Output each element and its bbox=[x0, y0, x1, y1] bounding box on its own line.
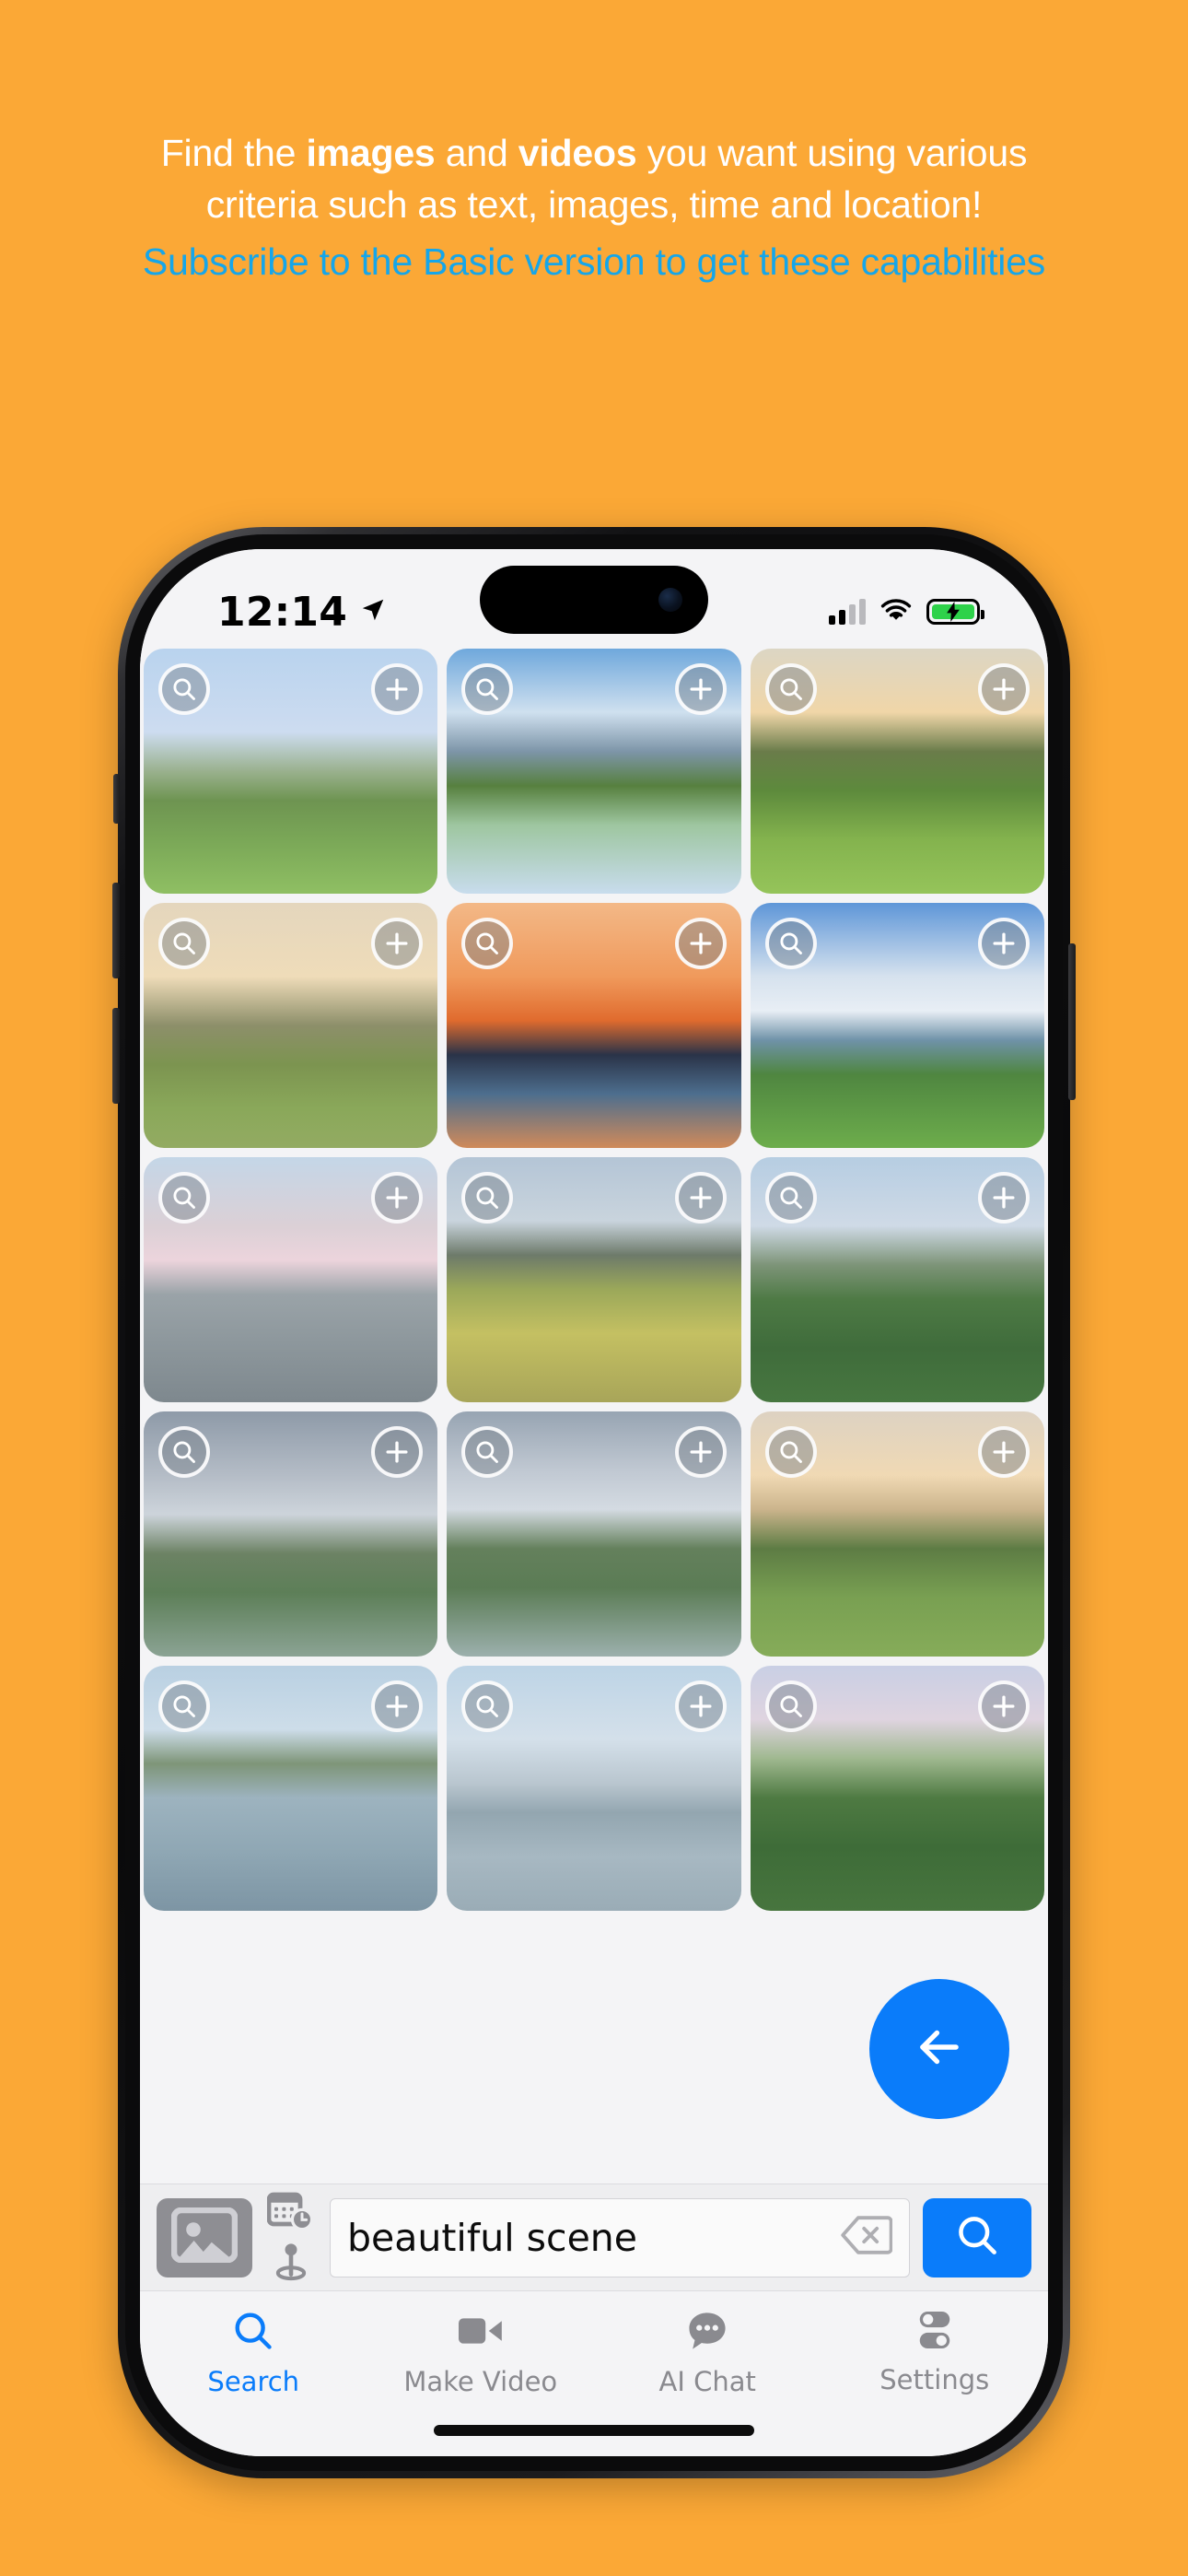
arrow-left-icon bbox=[911, 2019, 968, 2080]
photo-zoom-button[interactable] bbox=[764, 1426, 817, 1478]
image-placeholder-icon bbox=[170, 2207, 239, 2267]
tab-search[interactable]: Search bbox=[140, 2291, 367, 2456]
photo-add-button[interactable] bbox=[371, 663, 424, 715]
photo-grid-cell[interactable] bbox=[750, 1666, 1044, 1911]
photo-add-button[interactable] bbox=[978, 1680, 1030, 1732]
photo-add-button[interactable] bbox=[674, 1172, 727, 1224]
photo-grid-cell[interactable] bbox=[447, 1411, 741, 1657]
photo-zoom-button[interactable] bbox=[158, 663, 210, 715]
photo-zoom-button[interactable] bbox=[461, 1680, 514, 1732]
photo-add-button[interactable] bbox=[371, 1426, 424, 1478]
photo-grid-cell[interactable] bbox=[750, 903, 1044, 1148]
photo-zoom-button[interactable] bbox=[158, 918, 210, 969]
magnifier-icon bbox=[230, 2308, 276, 2359]
promo-header: Find the images and videos you want usin… bbox=[0, 0, 1188, 287]
power-button[interactable] bbox=[1068, 943, 1076, 1100]
promo-subscribe-text: Subscribe to the Basic version to get th… bbox=[142, 240, 1046, 283]
search-bar: beautiful scene bbox=[140, 2184, 1048, 2290]
photo-add-button[interactable] bbox=[674, 1680, 727, 1732]
photo-grid-cell[interactable] bbox=[447, 649, 741, 894]
status-time: 12:14 bbox=[217, 588, 348, 636]
photo-add-button[interactable] bbox=[371, 918, 424, 969]
photo-add-button[interactable] bbox=[978, 918, 1030, 969]
phone-screen: 12:14 beautiful scene Search Make Video … bbox=[140, 549, 1048, 2456]
wifi-icon bbox=[879, 597, 913, 627]
photo-grid-cell[interactable] bbox=[144, 1666, 438, 1911]
photo-grid-cell[interactable] bbox=[447, 903, 741, 1148]
home-indicator[interactable] bbox=[434, 2425, 754, 2436]
search-submit-button[interactable] bbox=[923, 2197, 1031, 2277]
calendar-clock-icon[interactable] bbox=[266, 2190, 315, 2237]
silent-switch[interactable] bbox=[113, 774, 120, 824]
volume-down-button[interactable] bbox=[112, 1008, 120, 1104]
photo-add-button[interactable] bbox=[978, 663, 1030, 715]
photo-grid-cell[interactable] bbox=[447, 1157, 741, 1402]
map-pin-icon[interactable] bbox=[270, 2242, 312, 2286]
photo-add-button[interactable] bbox=[674, 663, 727, 715]
floating-back-button[interactable] bbox=[869, 1979, 1009, 2119]
cellular-signal-icon bbox=[829, 599, 866, 625]
battery-charging-icon bbox=[926, 599, 984, 625]
photo-grid bbox=[140, 649, 1048, 1911]
status-bar-right bbox=[829, 597, 984, 627]
tab-label-ai-chat: AI Chat bbox=[658, 2366, 756, 2397]
tab-label-search: Search bbox=[207, 2366, 300, 2397]
photo-zoom-button[interactable] bbox=[158, 1426, 210, 1478]
sliders-toggle-icon bbox=[912, 2308, 958, 2357]
photo-results-scroll[interactable] bbox=[140, 649, 1048, 2184]
tab-label-settings: Settings bbox=[879, 2364, 990, 2395]
photo-grid-cell[interactable] bbox=[750, 1157, 1044, 1402]
photo-zoom-button[interactable] bbox=[461, 663, 514, 715]
search-filters bbox=[265, 2190, 317, 2286]
dynamic-island bbox=[480, 566, 708, 634]
magnifier-icon bbox=[953, 2211, 1001, 2264]
location-arrow-icon bbox=[359, 596, 387, 628]
photo-zoom-button[interactable] bbox=[158, 1680, 210, 1732]
search-query-value: beautiful scene bbox=[347, 2215, 638, 2260]
photo-grid-cell[interactable] bbox=[447, 1666, 741, 1911]
status-bar-left: 12:14 bbox=[217, 589, 387, 636]
photo-add-button[interactable] bbox=[674, 1426, 727, 1478]
photo-grid-cell[interactable] bbox=[144, 1157, 438, 1402]
search-text-field[interactable]: beautiful scene bbox=[330, 2197, 910, 2277]
promo-headline: Find the images and videos you want usin… bbox=[111, 127, 1077, 230]
photo-zoom-button[interactable] bbox=[461, 1426, 514, 1478]
promo-headline-prefix: Find the bbox=[160, 132, 307, 174]
photo-grid-cell[interactable] bbox=[144, 903, 438, 1148]
photo-zoom-button[interactable] bbox=[461, 1172, 514, 1224]
photo-add-button[interactable] bbox=[371, 1172, 424, 1224]
photo-zoom-button[interactable] bbox=[764, 1172, 817, 1224]
tab-label-make-video: Make Video bbox=[403, 2366, 558, 2397]
promo-headline-bold-videos: videos bbox=[518, 132, 637, 174]
photo-zoom-button[interactable] bbox=[158, 1172, 210, 1224]
photo-zoom-button[interactable] bbox=[764, 918, 817, 969]
photo-add-button[interactable] bbox=[674, 918, 727, 969]
photo-grid-cell[interactable] bbox=[750, 1411, 1044, 1657]
phone-mockup: 12:14 beautiful scene Search Make Video … bbox=[112, 527, 1076, 2478]
photo-grid-cell[interactable] bbox=[144, 649, 438, 894]
front-camera bbox=[658, 588, 682, 612]
backspace-delete-icon[interactable] bbox=[841, 2215, 893, 2260]
photo-grid-cell[interactable] bbox=[144, 1411, 438, 1657]
photo-zoom-button[interactable] bbox=[764, 663, 817, 715]
chat-bubble-icon bbox=[684, 2308, 730, 2359]
volume-up-button[interactable] bbox=[112, 883, 120, 978]
photo-add-button[interactable] bbox=[978, 1426, 1030, 1478]
photo-zoom-button[interactable] bbox=[764, 1680, 817, 1732]
video-camera-icon bbox=[457, 2308, 505, 2359]
photo-add-button[interactable] bbox=[978, 1172, 1030, 1224]
image-picker-button[interactable] bbox=[157, 2197, 252, 2277]
promo-headline-mid: and bbox=[435, 132, 518, 174]
tab-settings[interactable]: Settings bbox=[821, 2291, 1049, 2456]
promo-headline-bold-images: images bbox=[306, 132, 436, 174]
photo-grid-cell[interactable] bbox=[750, 649, 1044, 894]
photo-add-button[interactable] bbox=[371, 1680, 424, 1732]
photo-zoom-button[interactable] bbox=[461, 918, 514, 969]
